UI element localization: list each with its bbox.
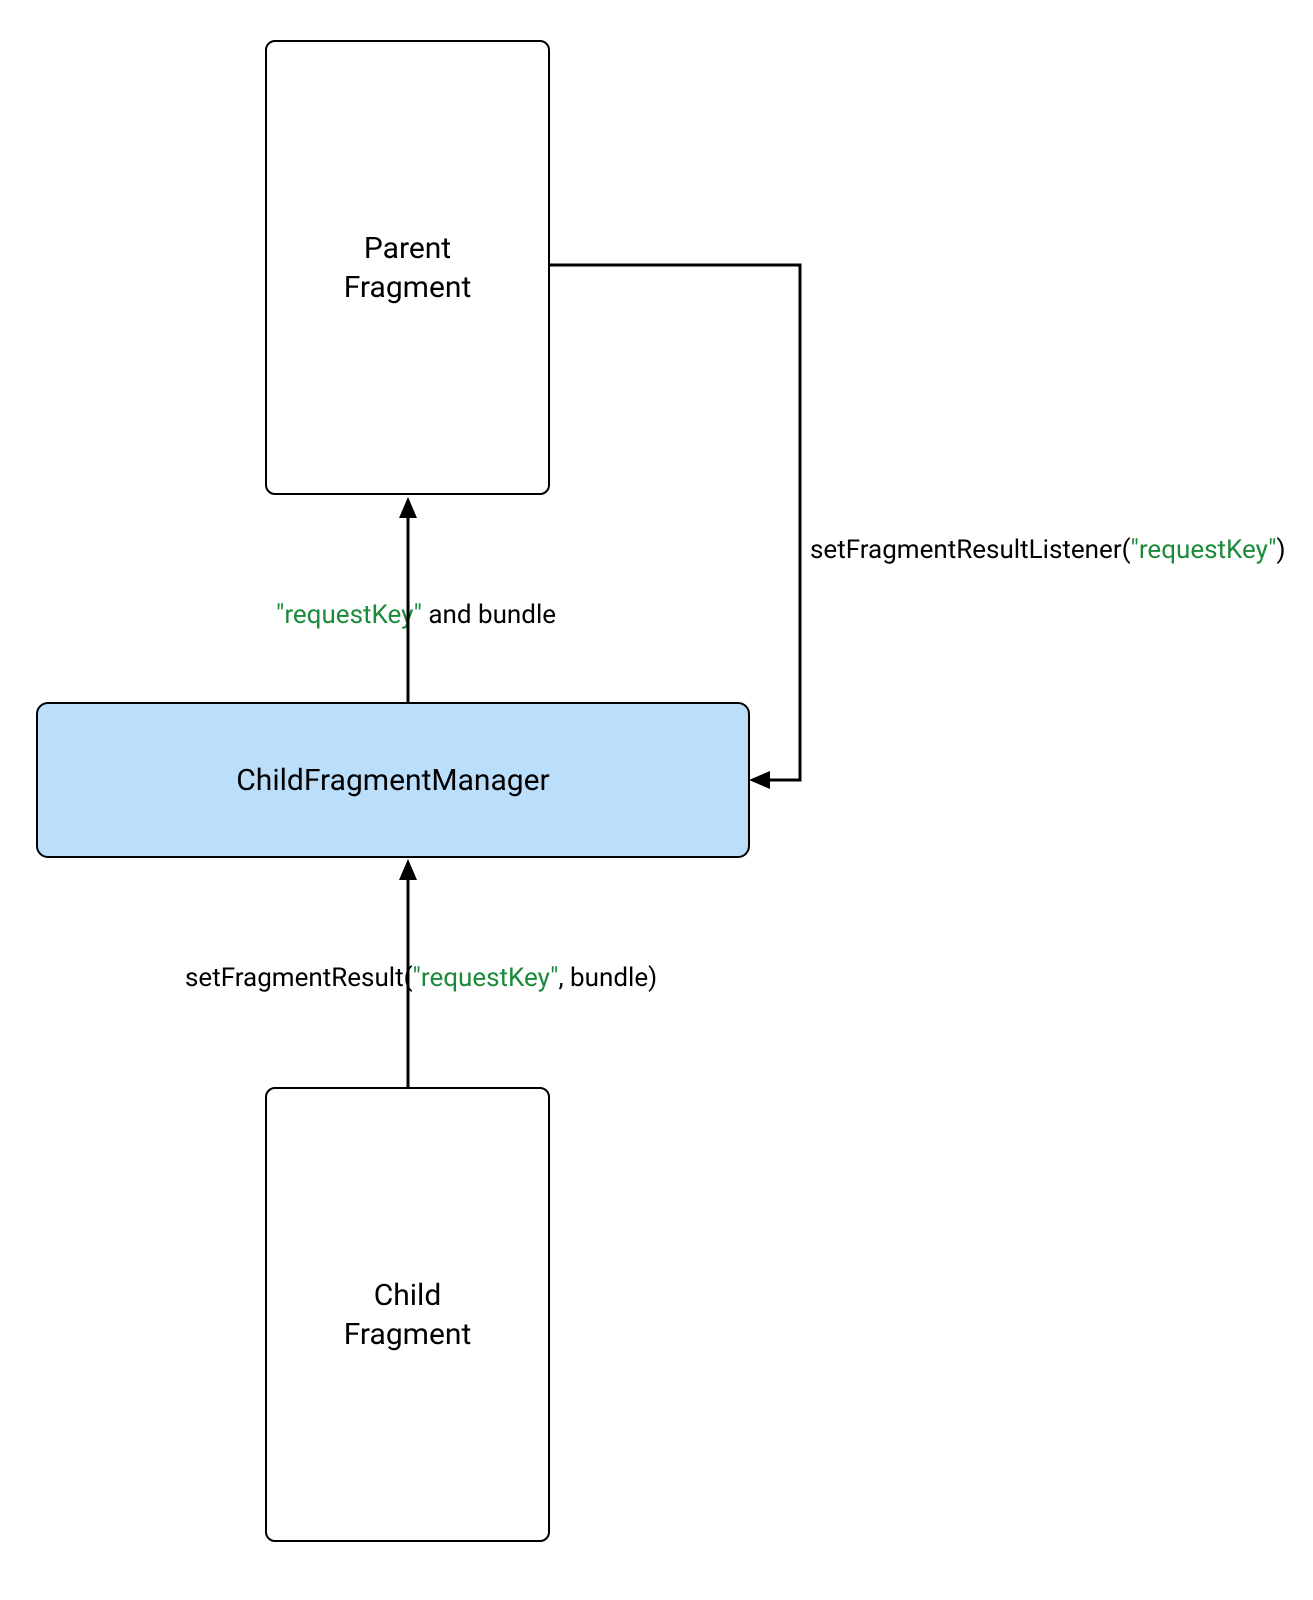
- from-child-prefix: setFragmentResult(: [185, 963, 413, 993]
- to-parent-text: and bundle: [422, 600, 556, 630]
- child-fragment-label-line2: Fragment: [344, 1317, 472, 1352]
- listener-edge-label: setFragmentResultListener("requestKey"): [810, 535, 1286, 565]
- child-fragment-node: Child Fragment: [265, 1087, 550, 1542]
- from-child-key: "requestKey": [413, 963, 559, 993]
- parent-fragment-node: Parent Fragment: [265, 40, 550, 495]
- child-fragment-manager-node: ChildFragmentManager: [36, 702, 750, 858]
- to-parent-key: "requestKey": [276, 600, 422, 630]
- listener-key: "requestKey": [1131, 535, 1277, 565]
- to-parent-edge-label: "requestKey" and bundle: [276, 600, 556, 630]
- child-fragment-label-line1: Child: [374, 1278, 442, 1313]
- listener-prefix: setFragmentResultListener(: [810, 535, 1131, 565]
- parent-fragment-label-line2: Fragment: [344, 270, 472, 305]
- parent-fragment-label-line1: Parent: [364, 231, 451, 266]
- listener-suffix: ): [1276, 535, 1285, 565]
- child-fragment-manager-label: ChildFragmentManager: [236, 761, 549, 800]
- from-child-suffix: , bundle): [558, 963, 657, 993]
- from-child-edge-label: setFragmentResult("requestKey", bundle): [185, 963, 657, 993]
